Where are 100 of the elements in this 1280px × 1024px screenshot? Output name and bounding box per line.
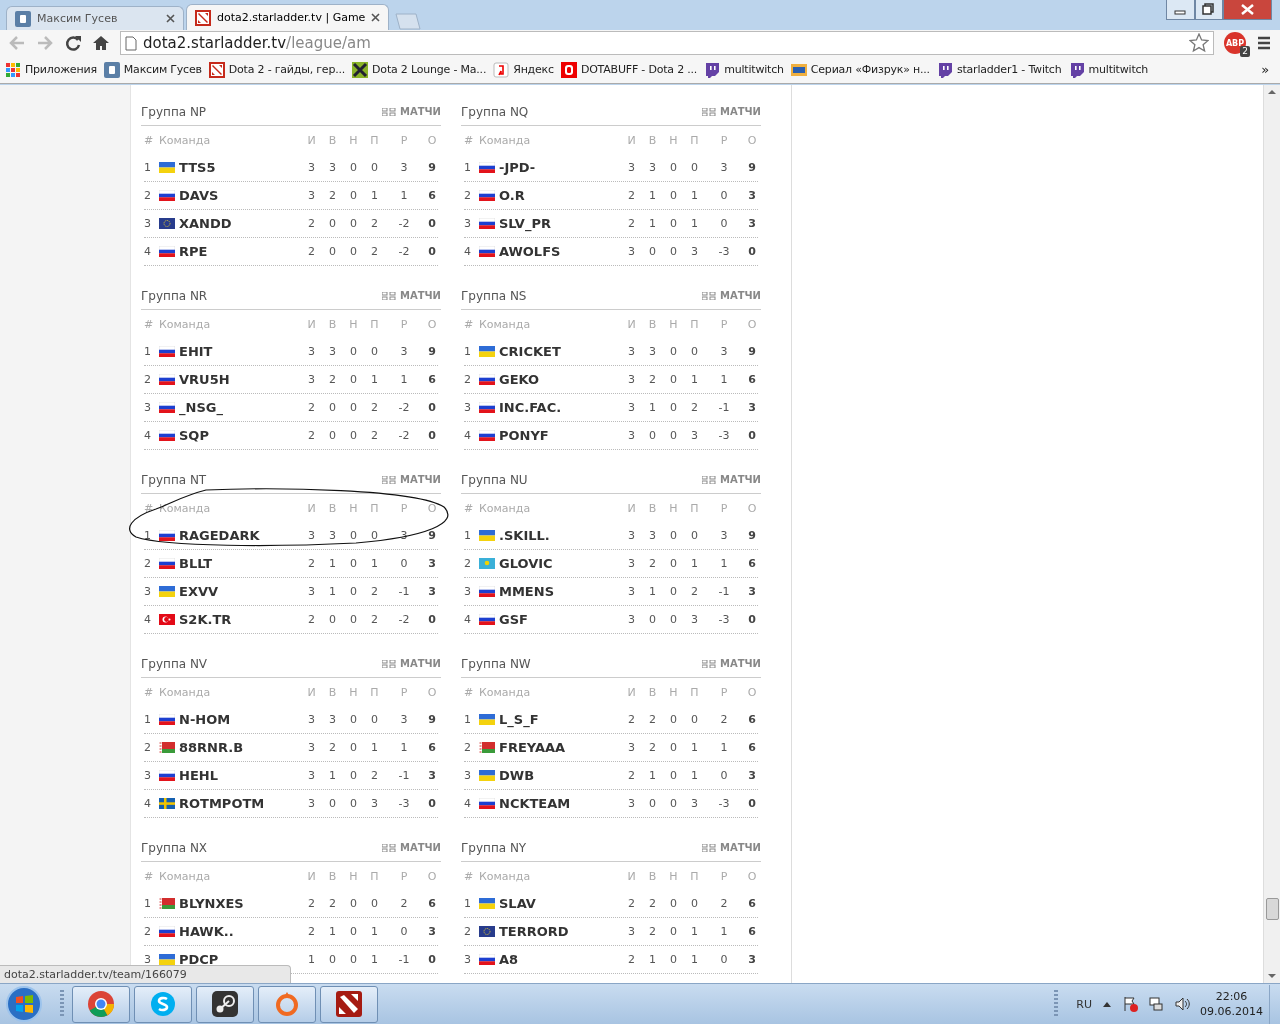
browser-tab[interactable]: dota2.starladder.tv | Game bbox=[186, 4, 390, 30]
team-name[interactable]: GSF bbox=[499, 612, 528, 627]
address-bar[interactable]: dota2.starladder.tv/league/am bbox=[120, 31, 1214, 55]
team-name[interactable]: XANDD bbox=[179, 216, 232, 231]
team-name[interactable]: ROTMPOTM bbox=[179, 796, 265, 811]
adblock-button[interactable]: ABP 2 bbox=[1224, 32, 1246, 54]
matches-link[interactable]: МАТЧИ bbox=[382, 474, 441, 485]
team-name[interactable]: _NSG_ bbox=[179, 400, 223, 415]
close-button[interactable] bbox=[1223, 0, 1272, 20]
team-name[interactable]: S2K.TR bbox=[179, 612, 232, 627]
team-name[interactable]: VRU5H bbox=[179, 372, 230, 387]
team-name[interactable]: GLOVIC bbox=[499, 556, 553, 571]
more-bookmarks-button[interactable]: » bbox=[1261, 62, 1275, 77]
team-name[interactable]: DAVS bbox=[179, 188, 219, 203]
team-name[interactable]: PONYF bbox=[499, 428, 549, 443]
close-icon[interactable] bbox=[166, 14, 175, 23]
stat-cell-text: 0 bbox=[349, 161, 358, 174]
team-name[interactable]: HAWK.. bbox=[179, 924, 234, 939]
matches-link[interactable]: МАТЧИ bbox=[382, 658, 441, 669]
stat-cell-text: 3 bbox=[747, 401, 757, 414]
reload-icon[interactable] bbox=[64, 34, 82, 52]
matches-link[interactable]: МАТЧИ bbox=[702, 658, 761, 669]
network-icon[interactable] bbox=[1148, 996, 1164, 1012]
team-name[interactable]: RPE bbox=[179, 244, 208, 259]
stat-cell-text: 6 bbox=[747, 373, 757, 386]
star-icon[interactable] bbox=[1189, 33, 1209, 53]
team-name[interactable]: L_S_F bbox=[499, 712, 539, 727]
team-name[interactable]: 88RNR.B bbox=[179, 740, 244, 755]
scrollbar[interactable] bbox=[1263, 85, 1280, 983]
flag-alert-icon[interactable] bbox=[1122, 996, 1138, 1012]
bookmark[interactable]: Яндекс bbox=[493, 61, 554, 78]
team-name[interactable]: A8 bbox=[499, 952, 519, 967]
minimize-button[interactable] bbox=[1166, 0, 1195, 20]
stat-cell-text: 3 bbox=[627, 245, 636, 258]
team-name[interactable]: SLAV bbox=[499, 896, 536, 911]
speaker-icon[interactable] bbox=[1174, 996, 1190, 1012]
team-name[interactable]: MMENS bbox=[499, 584, 554, 599]
team-name[interactable]: SQP bbox=[179, 428, 209, 443]
flag-icon bbox=[159, 742, 175, 753]
team-name[interactable]: TERRORD bbox=[499, 924, 569, 939]
bookmark[interactable]: Приложения bbox=[5, 61, 97, 78]
team-name[interactable]: HEHL bbox=[179, 768, 218, 783]
flag-icon bbox=[159, 402, 175, 413]
stat-cell-text: 2 bbox=[370, 217, 379, 230]
team-name[interactable]: TTS5 bbox=[179, 160, 216, 175]
menu-icon[interactable] bbox=[1256, 35, 1272, 51]
team-name[interactable]: PDCP bbox=[179, 952, 219, 967]
team-name[interactable]: CRICKET bbox=[499, 344, 561, 359]
team-name[interactable]: BLYNXES bbox=[179, 896, 244, 911]
matches-link[interactable]: МАТЧИ bbox=[702, 842, 761, 853]
team-name[interactable]: EHIT bbox=[179, 344, 213, 359]
matches-link[interactable]: МАТЧИ bbox=[702, 474, 761, 485]
team-name[interactable]: RAGEDARK bbox=[179, 528, 260, 543]
taskbar-button[interactable] bbox=[196, 985, 254, 1023]
team-name[interactable]: -JPD- bbox=[499, 160, 536, 175]
browser-tab[interactable]: Максим Гусев bbox=[6, 6, 184, 30]
team-name[interactable]: NCKTEAM bbox=[499, 796, 571, 811]
rank-cell-text: 2 bbox=[144, 925, 152, 938]
scrollbar-thumb[interactable] bbox=[1266, 898, 1279, 920]
bookmark[interactable]: multitwitch bbox=[1068, 61, 1149, 78]
restore-button[interactable] bbox=[1195, 0, 1223, 20]
matches-link[interactable]: МАТЧИ bbox=[382, 106, 441, 117]
close-icon[interactable] bbox=[371, 13, 381, 22]
clock[interactable]: 22:06 09.06.2014 bbox=[1200, 989, 1263, 1019]
column-header: # bbox=[143, 501, 155, 515]
bookmark[interactable]: Сериал «Физрук» н... bbox=[790, 61, 930, 78]
column-header: И bbox=[306, 869, 317, 883]
group-title: Группа NQ bbox=[461, 105, 529, 119]
team-name[interactable]: GEKO bbox=[499, 372, 540, 387]
team-name[interactable]: DWB bbox=[499, 768, 535, 783]
team-name[interactable]: FREYAAA bbox=[499, 740, 566, 755]
stat-cell-text: 6 bbox=[747, 741, 757, 754]
team-name[interactable]: SLV_PR bbox=[499, 216, 551, 231]
team-name[interactable]: INC.FAC. bbox=[499, 400, 562, 415]
team-name[interactable]: EXVV bbox=[179, 584, 219, 599]
matches-link[interactable]: МАТЧИ bbox=[382, 290, 441, 301]
flag-icon bbox=[159, 714, 175, 725]
matches-link[interactable]: МАТЧИ bbox=[702, 290, 761, 301]
matches-link[interactable]: МАТЧИ bbox=[382, 842, 441, 853]
bookmark[interactable]: DOTABUFF - Dota 2 ... bbox=[560, 61, 698, 78]
matches-link[interactable]: МАТЧИ bbox=[702, 106, 761, 117]
bookmark[interactable]: starladder1 - Twitch bbox=[936, 61, 1062, 78]
bookmark[interactable]: Dota 2 Lounge - Ma... bbox=[352, 61, 487, 78]
home-icon[interactable] bbox=[92, 34, 110, 52]
stat-cell-text: 3 bbox=[627, 925, 636, 938]
start-orb-icon[interactable] bbox=[4, 984, 44, 1024]
bookmark[interactable]: multitwitch bbox=[704, 61, 784, 78]
language-indicator[interactable]: RU bbox=[1076, 997, 1092, 1011]
group-title: Группа NX bbox=[141, 841, 208, 855]
tray-arrow-icon[interactable] bbox=[1102, 1000, 1112, 1008]
column-header: О bbox=[746, 501, 758, 515]
column-header: Н bbox=[668, 133, 679, 147]
bookmark[interactable]: Максим Гусев bbox=[103, 61, 202, 78]
team-name[interactable]: BLLT bbox=[179, 556, 213, 571]
bookmark[interactable]: Dota 2 - гайды, гер... bbox=[208, 61, 346, 78]
team-name[interactable]: AWOLFS bbox=[499, 244, 561, 259]
team-name[interactable]: O.R bbox=[499, 188, 525, 203]
taskbar-button[interactable] bbox=[320, 985, 378, 1023]
team-name[interactable]: .SKILL. bbox=[499, 528, 550, 543]
team-name[interactable]: N-HOM bbox=[179, 712, 231, 727]
